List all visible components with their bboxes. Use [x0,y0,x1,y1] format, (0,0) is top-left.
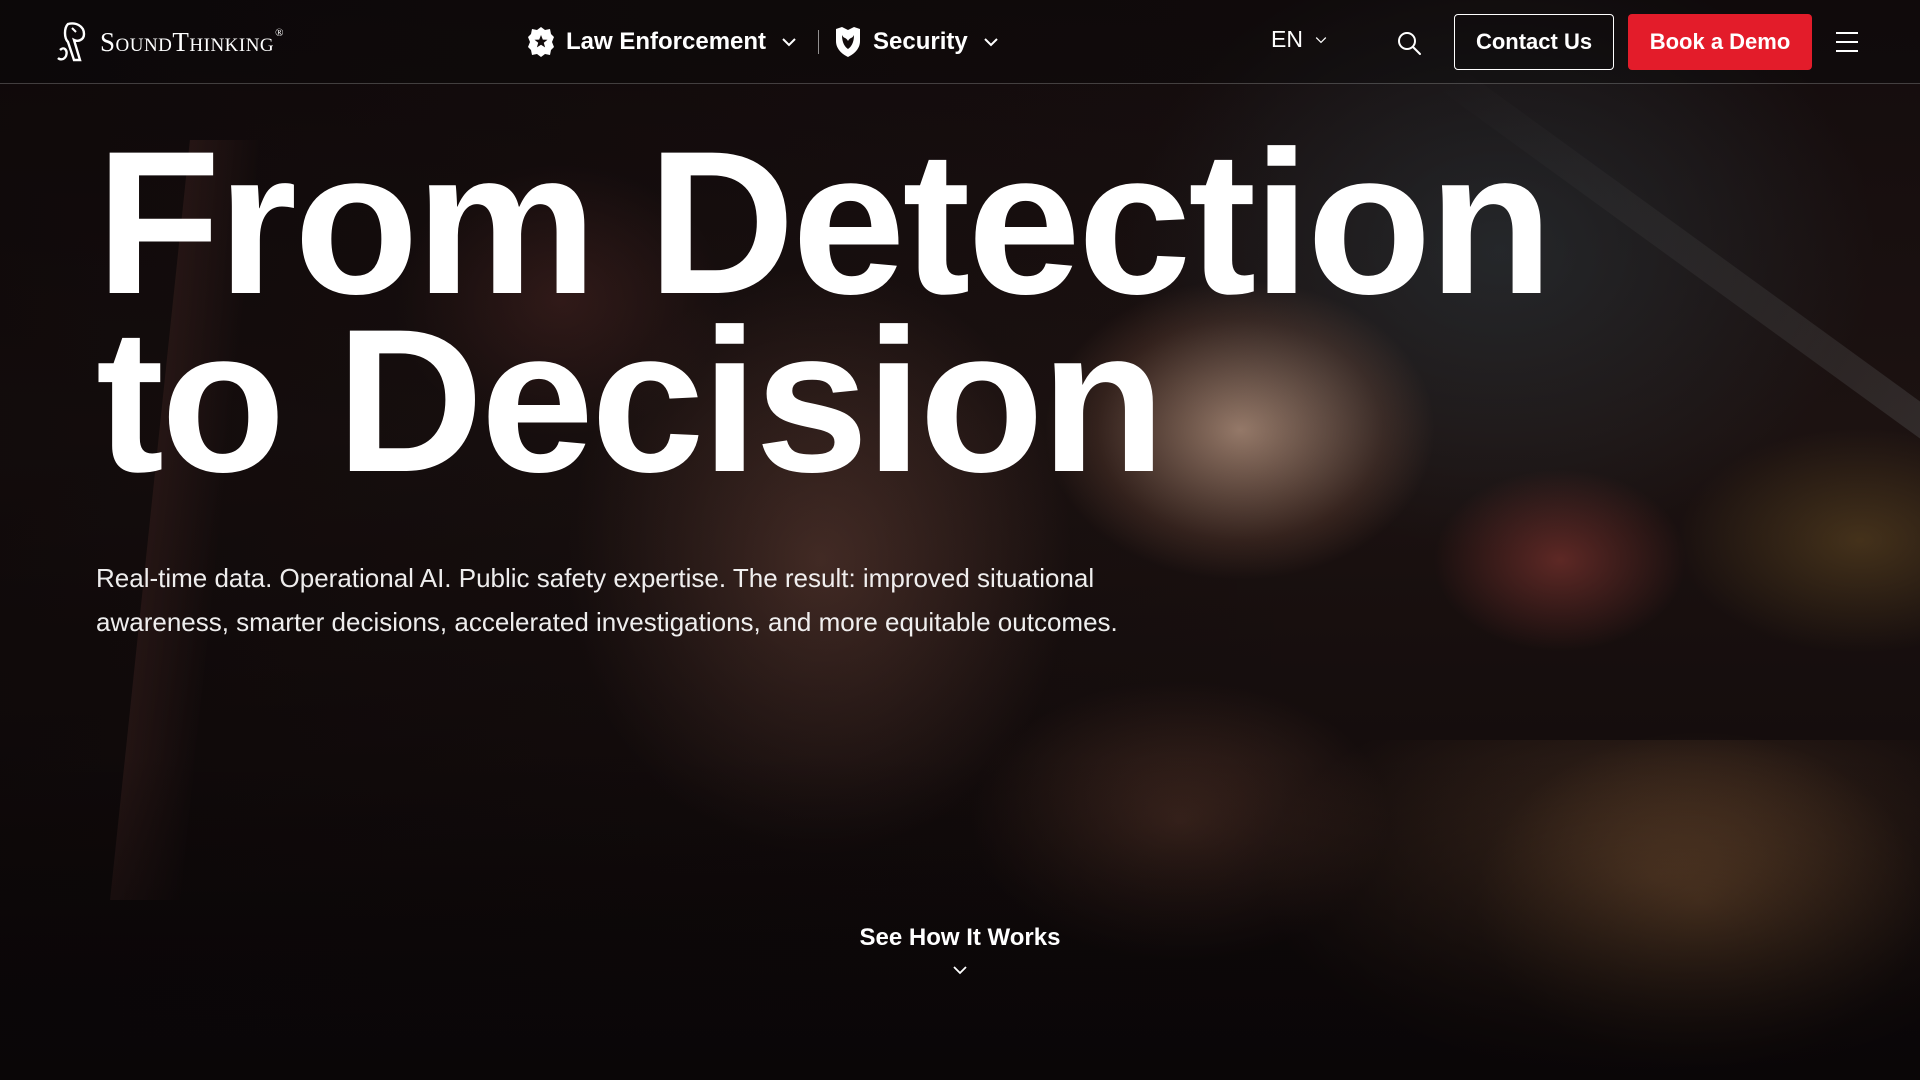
site-header: SoundThinking® Law Enforcement Security … [0,0,1920,84]
page: SoundThinking® Law Enforcement Security … [0,0,1920,1080]
search-icon[interactable] [1396,30,1422,56]
see-how-it-works-link[interactable]: See How It Works [0,924,1920,975]
soundthinking-logo[interactable]: SoundThinking® [54,20,284,64]
nav-divider [818,30,820,54]
chevron-down-icon [984,38,998,47]
hamburger-menu-icon[interactable] [1836,32,1858,52]
chevron-down-icon [782,38,796,47]
nav-law-enforcement-label: Law Enforcement [566,28,767,55]
primary-nav: Law Enforcement Security [526,22,998,62]
hero-title: From Detection to Decision [96,109,1796,515]
registered-mark: ® [275,26,285,39]
contact-us-button[interactable]: Contact Us [1454,14,1614,70]
book-demo-button[interactable]: Book a Demo [1628,14,1812,70]
nav-law-enforcement[interactable]: Law Enforcement [526,25,796,59]
chevron-down-icon [1315,36,1327,43]
hero-title-line-2: to Decision [96,287,1166,515]
language-label: EN [1271,26,1303,52]
nav-security-label: Security [873,28,968,55]
language-selector[interactable]: EN [1271,26,1327,53]
logo-wordmark: SoundThinking® [100,26,285,57]
logo-mark-icon [57,22,86,62]
hero-title-line-1: From Detection [96,109,1553,337]
police-badge-icon [528,27,554,57]
nav-security[interactable]: Security [833,25,998,59]
hero-subtitle: Real-time data. Operational AI. Public s… [96,563,1118,637]
shield-icon [836,27,861,57]
chevron-down-icon [953,966,967,975]
see-how-it-works-label: See How It Works [859,924,1061,951]
